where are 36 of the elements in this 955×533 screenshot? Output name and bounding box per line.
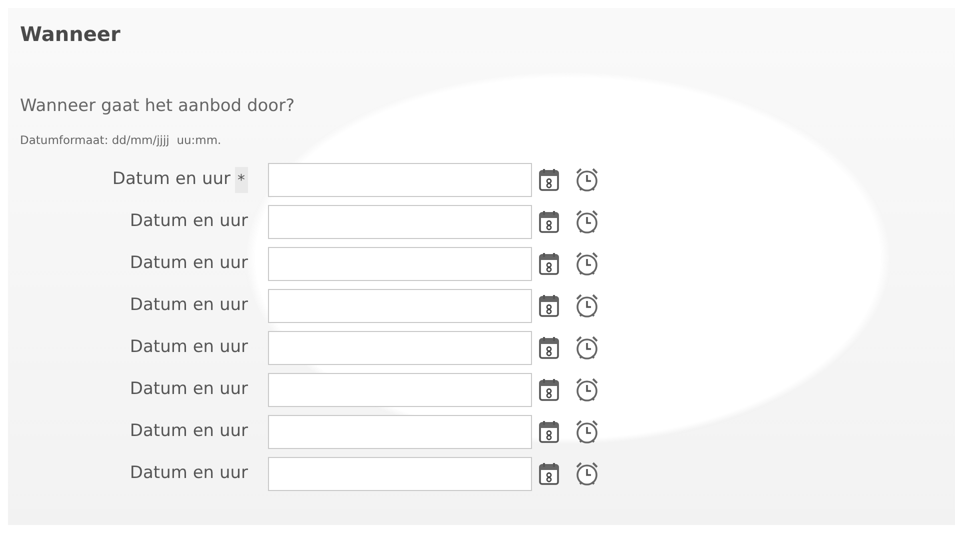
date-time-field[interactable]: [268, 246, 532, 281]
alarm-clock-icon[interactable]: [574, 292, 600, 319]
date-time-field[interactable]: [268, 372, 532, 407]
alarm-clock-icon[interactable]: [574, 334, 600, 361]
required-mark: *: [234, 166, 248, 193]
alarm-clock-icon[interactable]: [574, 376, 600, 403]
field-label: Datum en uur: [130, 378, 248, 401]
date-time-field[interactable]: [268, 456, 532, 491]
field-label: Datum en uur: [130, 252, 248, 275]
date-time-field[interactable]: [268, 204, 532, 239]
alarm-clock-icon[interactable]: [574, 166, 600, 193]
calendar-icon[interactable]: [538, 378, 560, 402]
field-label: Datum en uur: [130, 210, 248, 233]
field-label: Datum en uur: [112, 168, 230, 191]
calendar-icon[interactable]: [538, 168, 560, 192]
format-hint: Datumformaat: dd/mm/jjjj uu:mm.: [20, 132, 222, 148]
calendar-icon[interactable]: [538, 420, 560, 444]
alarm-clock-icon[interactable]: [574, 208, 600, 235]
calendar-icon[interactable]: [538, 210, 560, 234]
alarm-clock-icon[interactable]: [574, 460, 600, 487]
calendar-icon[interactable]: [538, 462, 560, 486]
calendar-icon[interactable]: [538, 252, 560, 276]
date-time-field[interactable]: [268, 288, 532, 323]
alarm-clock-icon[interactable]: [574, 250, 600, 277]
date-time-field[interactable]: [268, 414, 532, 449]
field-label: Datum en uur: [130, 462, 248, 485]
calendar-icon[interactable]: [538, 336, 560, 360]
date-time-field[interactable]: [268, 162, 532, 197]
field-label: Datum en uur: [130, 336, 248, 359]
date-time-field[interactable]: [268, 330, 532, 365]
section-heading: Wanneer: [20, 21, 122, 48]
alarm-clock-icon[interactable]: [574, 418, 600, 445]
field-label: Datum en uur: [130, 420, 248, 443]
question-text: Wanneer gaat het aanbod door?: [20, 95, 296, 118]
field-label: Datum en uur: [130, 294, 248, 317]
calendar-icon[interactable]: [538, 294, 560, 318]
